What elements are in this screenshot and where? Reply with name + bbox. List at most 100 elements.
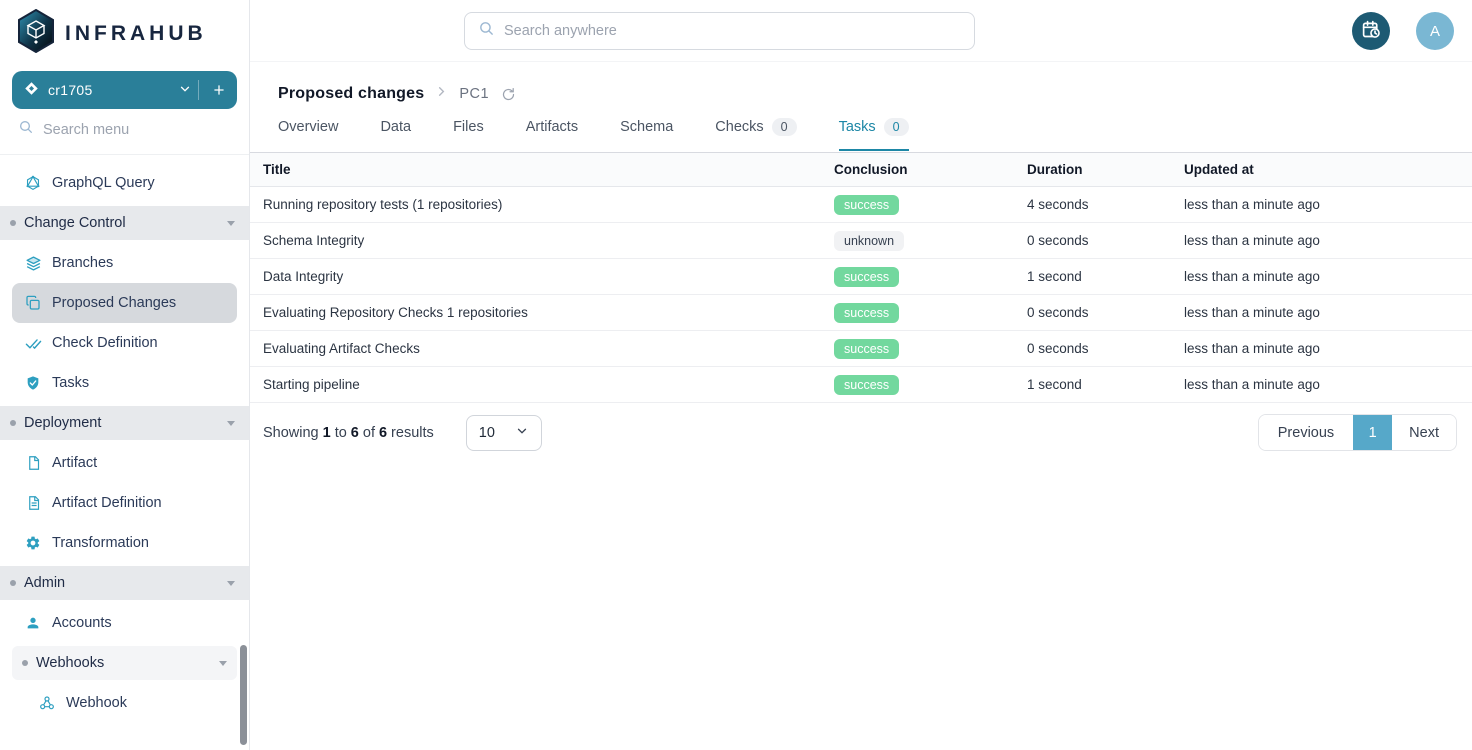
tab-artifacts[interactable]: Artifacts [526,118,578,151]
tab-label: Files [453,119,484,135]
bullet-icon [10,580,16,586]
artifact-definition-icon [24,494,42,512]
next-page-button[interactable]: Next [1392,415,1456,450]
column-title: Title [250,153,821,187]
table-row[interactable]: Data Integritysuccess1 secondless than a… [250,259,1472,295]
sidebar-item-branches[interactable]: Branches [0,243,249,283]
table-row[interactable]: Starting pipelinesuccess1 secondless tha… [250,367,1472,403]
global-search[interactable] [464,12,975,50]
column-duration: Duration [1014,153,1171,187]
graphql-icon [24,174,42,192]
accounts-icon [24,614,42,632]
collapse-caret-icon[interactable] [227,581,235,586]
collapse-caret-icon[interactable] [227,421,235,426]
sidebar-search-input[interactable] [43,122,213,138]
table-row[interactable]: Evaluating Repository Checks 1 repositor… [250,295,1472,331]
sidebar-section-deployment[interactable]: Deployment [0,406,249,440]
table-row[interactable]: Evaluating Artifact Checkssuccess0 secon… [250,331,1472,367]
sidebar-item-label: Branches [52,255,113,271]
sidebar-item-transformation[interactable]: Transformation [0,523,249,563]
tab-schema[interactable]: Schema [620,118,673,151]
task-duration: 0 seconds [1014,295,1171,331]
table-row[interactable]: Running repository tests (1 repositories… [250,187,1472,223]
sidebar-item-label: Check Definition [52,335,158,351]
sidebar-item-label: Artifact [52,455,97,471]
current-page-button[interactable]: 1 [1353,415,1392,450]
bullet-icon [10,220,16,226]
table-row[interactable]: Schema Integrityunknown0 secondsless tha… [250,223,1472,259]
tab-label: Overview [278,119,338,135]
sidebar-item-webhook[interactable]: Webhook [0,683,249,723]
global-search-input[interactable] [504,23,961,39]
sidebar-item-check-definition[interactable]: Check Definition [0,323,249,363]
section-label: Deployment [24,415,227,431]
sidebar-item-artifact-definition[interactable]: Artifact Definition [0,483,249,523]
sidebar-item-label: Transformation [52,535,149,551]
branch-name: cr1705 [48,82,178,98]
conclusion-badge: success [834,195,899,215]
tasks-table: Title Conclusion Duration Updated at Run… [250,152,1472,403]
add-branch-button[interactable] [205,76,233,104]
sidebar-item-label: Artifact Definition [52,495,162,511]
task-updated-at: less than a minute ago [1171,367,1472,403]
artifact-icon [24,454,42,472]
sidebar-item-artifact[interactable]: Artifact [0,443,249,483]
sidebar-item-accounts[interactable]: Accounts [0,603,249,643]
tasks-icon [24,374,42,392]
branch-selector[interactable]: cr1705 [12,71,237,109]
bullet-icon [10,420,16,426]
sidebar-item-graphql-query[interactable]: GraphQL Query [0,163,249,203]
previous-page-button[interactable]: Previous [1259,415,1353,450]
time-travel-button[interactable] [1352,12,1390,50]
bullet-icon [22,660,28,666]
collapse-caret-icon[interactable] [219,661,227,666]
transformation-icon [24,534,42,552]
sidebar-search[interactable] [0,119,249,155]
tab-checks[interactable]: Checks 0 [715,118,796,151]
task-title: Starting pipeline [250,367,821,403]
sidebar-section-change-control[interactable]: Change Control [0,206,249,240]
tab-label: Schema [620,119,673,135]
tab-overview[interactable]: Overview [278,118,338,151]
task-updated-at: less than a minute ago [1171,259,1472,295]
table-header-row: Title Conclusion Duration Updated at [250,153,1472,187]
task-title: Evaluating Artifact Checks [250,331,821,367]
user-avatar[interactable]: A [1416,12,1454,50]
sidebar-item-tasks[interactable]: Tasks [0,363,249,403]
page-title[interactable]: Proposed changes [278,85,424,103]
avatar-initial: A [1430,23,1440,40]
tab-data[interactable]: Data [380,118,411,151]
collapse-caret-icon[interactable] [227,221,235,226]
tab-label: Checks [715,119,763,135]
pagination: Showing 1 to 6 of 6 results 10 Previous … [250,403,1472,451]
tab-count-badge: 0 [772,118,797,136]
column-updated-at: Updated at [1171,153,1472,187]
chevron-down-icon[interactable] [178,82,192,99]
sidebar-subsection-webhooks[interactable]: Webhooks [12,646,237,680]
task-duration: 0 seconds [1014,223,1171,259]
tab-label: Artifacts [526,119,578,135]
task-duration: 1 second [1014,367,1171,403]
task-updated-at: less than a minute ago [1171,223,1472,259]
top-bar: A [250,0,1472,62]
app-logo[interactable]: INFRAHUB [0,0,249,64]
page-size-select[interactable]: 10 [466,415,542,451]
sidebar-section-admin[interactable]: Admin [0,566,249,600]
sidebar-scrollbar[interactable] [240,645,247,745]
tab-files[interactable]: Files [453,118,484,151]
task-duration: 4 seconds [1014,187,1171,223]
sidebar-item-label: Tasks [52,375,89,391]
sidebar-item-label: Proposed Changes [52,295,176,311]
check-definition-icon [24,334,42,352]
divider [198,80,199,100]
calendar-clock-icon [1361,19,1382,43]
refresh-button[interactable] [501,87,516,102]
tab-tasks[interactable]: Tasks0 [839,118,909,151]
conclusion-badge: success [834,267,899,287]
conclusion-badge: unknown [834,231,904,251]
task-duration: 1 second [1014,259,1171,295]
sidebar-item-proposed-changes[interactable]: Proposed Changes [12,283,237,323]
page-size-value: 10 [479,425,495,441]
sidebar-nav: GraphQL QueryChange Control Branches Propo… [0,155,249,750]
section-label: Admin [24,575,227,591]
